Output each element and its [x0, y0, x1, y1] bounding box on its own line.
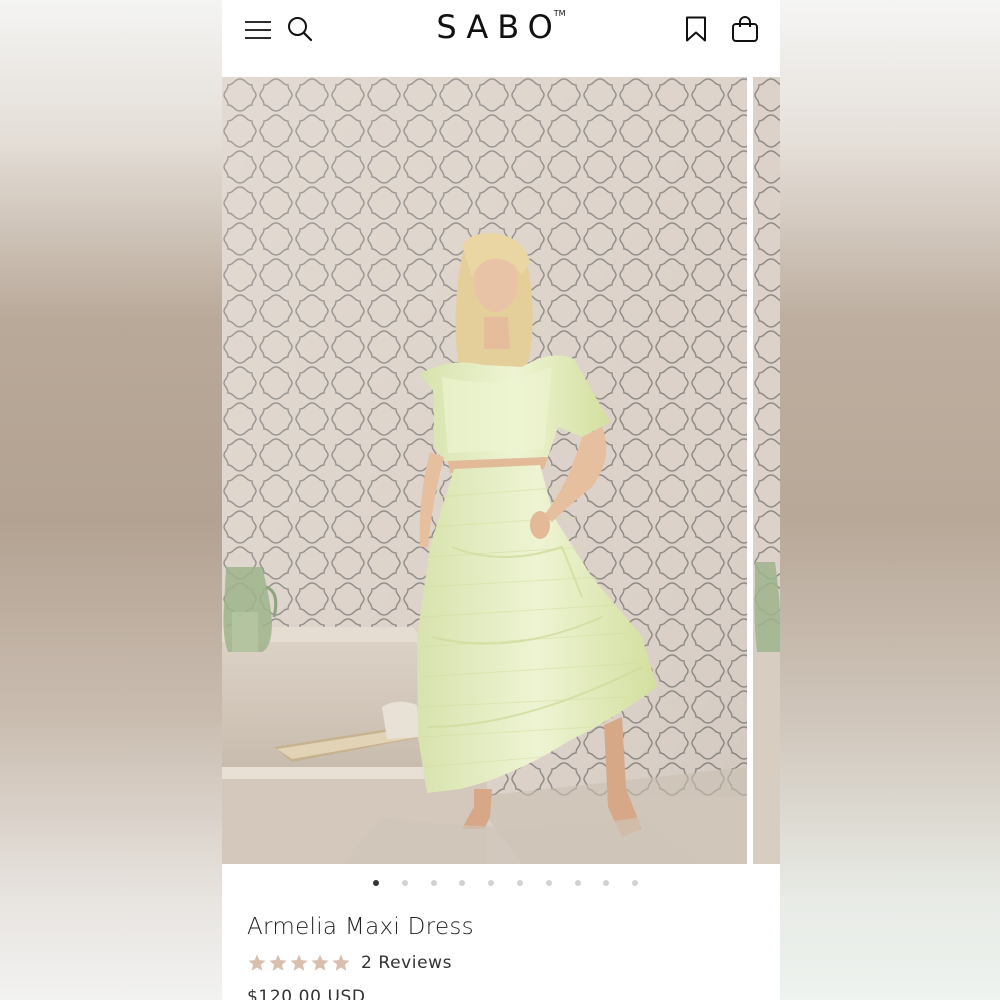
- trademark-mark: TM: [553, 9, 566, 18]
- product-image-carousel[interactable]: [222, 77, 780, 864]
- cart-button[interactable]: [728, 11, 762, 47]
- product-rating[interactable]: 2 Reviews: [247, 952, 452, 974]
- carousel-dot[interactable]: [603, 880, 610, 886]
- product-page: SABOTM Armelia Maxi Dress 2 Reviews $120…: [222, 0, 780, 1000]
- star-icon: [269, 954, 287, 971]
- product-photo: [222, 77, 747, 864]
- bookmark-icon: [686, 16, 706, 42]
- star-icon: [332, 954, 350, 971]
- rating-stars: [247, 953, 351, 973]
- star-icon: [248, 954, 266, 971]
- product-title: Armelia Maxi Dress: [247, 914, 474, 940]
- next-photo-preview: [753, 77, 780, 864]
- product-price: $120.00 USD: [247, 987, 366, 1000]
- carousel-dot[interactable]: [545, 880, 552, 886]
- carousel-dot[interactable]: [488, 880, 495, 886]
- carousel-dot[interactable]: [632, 880, 639, 886]
- shopping-bag-icon: [732, 16, 758, 42]
- brand-logo-text: SABO: [436, 8, 562, 46]
- reviews-link[interactable]: 2 Reviews: [361, 953, 452, 973]
- carousel-dot[interactable]: [574, 880, 581, 886]
- star-icon: [290, 954, 308, 971]
- left-background-blur: [0, 0, 222, 1000]
- carousel-dot[interactable]: [517, 880, 523, 886]
- wishlist-button[interactable]: [680, 12, 712, 46]
- carousel-pagination: [222, 880, 780, 888]
- product-image-main[interactable]: [222, 77, 747, 864]
- star-icon: [311, 954, 329, 971]
- carousel-dot[interactable]: [430, 880, 437, 886]
- site-header: SABOTM: [222, 0, 780, 76]
- right-background-blur: [780, 0, 1000, 1000]
- carousel-dot[interactable]: [459, 880, 466, 886]
- carousel-dot[interactable]: [373, 880, 379, 886]
- product-image-next-preview[interactable]: [753, 77, 780, 864]
- carousel-dot[interactable]: [401, 880, 408, 886]
